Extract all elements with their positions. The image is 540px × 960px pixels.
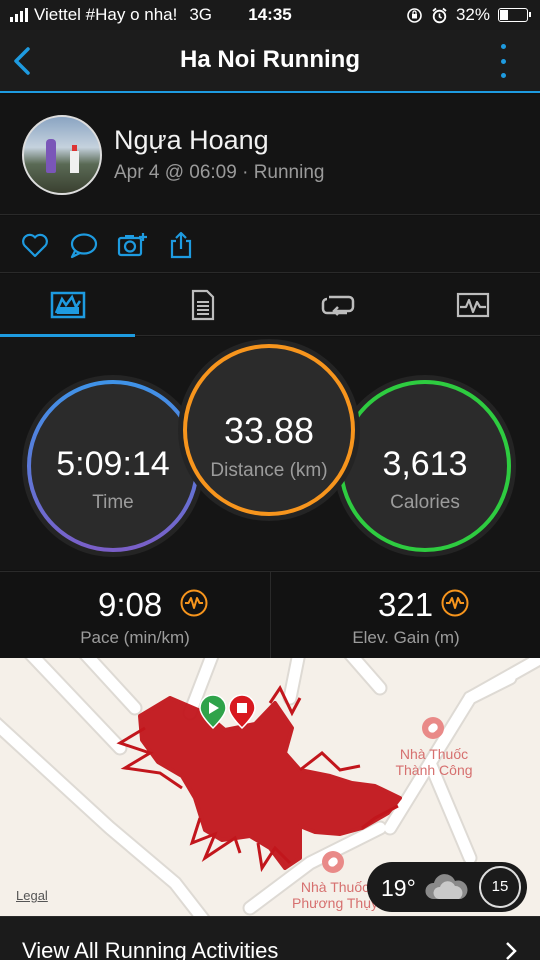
elevation-stat[interactable]: 321 Elev. Gain (m) xyxy=(270,572,540,659)
more-options-button[interactable] xyxy=(496,44,510,78)
tab-details[interactable] xyxy=(135,274,270,336)
calories-label: Calories xyxy=(390,492,460,513)
action-bar xyxy=(0,216,540,273)
battery-level xyxy=(500,10,508,20)
activity-pulse-icon xyxy=(441,589,469,617)
activity-profile: Ngựa Hoang Apr 4 @ 06:09 · Running xyxy=(0,95,540,215)
pace-stat[interactable]: 9:08 Pace (min/km) xyxy=(0,572,270,659)
elevation-label: Elev. Gain (m) xyxy=(352,628,460,647)
alarm-icon xyxy=(432,7,447,23)
details-icon xyxy=(191,289,214,321)
pace-label: Pace (min/km) xyxy=(80,628,190,647)
user-name[interactable]: Ngựa Hoang xyxy=(114,125,269,156)
activity-tabs xyxy=(0,274,540,337)
time-value: 5:09:14 xyxy=(56,445,170,483)
add-photo-icon[interactable] xyxy=(117,230,147,260)
stats-row: 9:08 Pace (min/km) 321 Elev. Gain (m) xyxy=(0,571,540,659)
rotation-lock-icon xyxy=(407,7,422,23)
place-label[interactable]: Nhà Thuốc Thành Công xyxy=(388,746,480,778)
legal-link[interactable]: Legal xyxy=(16,888,48,903)
share-icon[interactable] xyxy=(166,230,196,260)
status-bar: Viettel #Hay o nha! 3G 14:35 32% xyxy=(0,0,540,30)
distance-ring: 33.88 Distance (km) xyxy=(179,410,359,482)
tab-stats[interactable] xyxy=(0,274,135,337)
laps-icon xyxy=(321,295,354,316)
elevation-value: 321 xyxy=(378,586,434,623)
avatar[interactable] xyxy=(22,115,102,195)
activity-pulse-icon xyxy=(180,589,208,617)
weather-temperature: 19° xyxy=(381,875,416,901)
nav-bar: Ha Noi Running xyxy=(0,30,540,93)
chevron-right-icon xyxy=(506,942,517,960)
distance-label: Distance (km) xyxy=(210,460,328,481)
chart-icon xyxy=(456,292,489,318)
calories-ring: 3,613 Calories xyxy=(335,445,515,514)
battery-icon xyxy=(498,8,531,22)
time-ring: 5:09:14 Time xyxy=(23,445,203,514)
weather-widget[interactable]: 19° 15 xyxy=(367,862,527,912)
cloud-icon xyxy=(425,874,468,899)
activity-meta: Apr 4 @ 06:09 · Running xyxy=(114,162,325,183)
view-all-label: View All Running Activities xyxy=(22,938,279,960)
time-label: Time xyxy=(92,492,134,513)
pace-value: 9:08 xyxy=(98,586,163,623)
heart-icon[interactable] xyxy=(20,230,50,260)
distance-value: 33.88 xyxy=(223,410,315,451)
view-all-activities[interactable]: View All Running Activities xyxy=(0,916,540,960)
comment-icon[interactable] xyxy=(68,230,98,260)
tab-charts[interactable] xyxy=(405,274,540,336)
weather-badge: 15 xyxy=(479,866,521,908)
summary-rings: 5:09:14 Time 33.88 Distance (km) 3,613 C… xyxy=(0,337,540,570)
tab-laps[interactable] xyxy=(270,274,405,336)
calories-value: 3,613 xyxy=(382,445,468,483)
route-map[interactable]: Nhà Thuốc Thành Công Nhà Thuốc Phương Th… xyxy=(0,658,540,916)
page-title: Ha Noi Running xyxy=(180,46,360,73)
stats-icon xyxy=(50,291,85,319)
battery-percent: 32% xyxy=(455,5,490,24)
